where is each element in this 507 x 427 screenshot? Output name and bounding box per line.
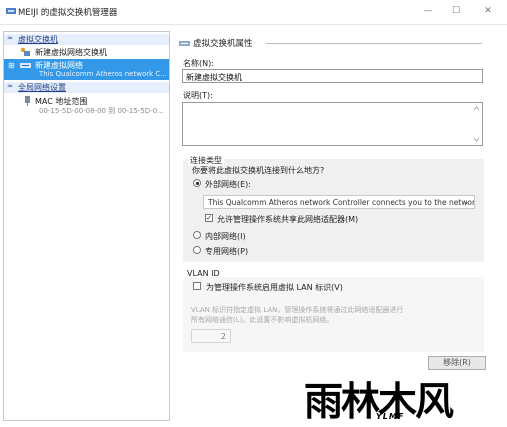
new-virtual-switch-label: 新建虚拟网络交换机 (35, 48, 107, 57)
window-title: MEIJI 的虚拟交换机管理器 (18, 8, 118, 18)
new-virtual-switch-item[interactable]: 新建虚拟网络交换机 (4, 46, 169, 58)
collapse-chevron-icon[interactable]: ≈ (7, 34, 13, 42)
selected-switch-item[interactable]: ⊞ 新建虚拟网络 This Qualcomm Atheros network C… (4, 59, 169, 80)
connection-question: 你要将此虚拟交换机连接到什么地方? (192, 166, 325, 175)
private-network-label: 专用网络(P) (205, 247, 249, 256)
name-label: 名称(N): (183, 59, 214, 68)
notes-textarea[interactable] (182, 102, 483, 146)
notes-scrollbar[interactable] (473, 105, 480, 143)
allow-management-os-label: 允许管理操作系统共享此网络适配器(M) (217, 215, 359, 224)
network-switch-icon (20, 63, 31, 68)
vlan-id-input[interactable]: 2 (191, 329, 231, 343)
collapse-chevron-icon[interactable]: ≈ (7, 82, 13, 90)
switch-navigation-pane: ≈ 虚拟交换机 新建虚拟网络交换机 ⊞ 新建虚拟网络 This Qualcomm… (3, 31, 170, 421)
vlan-group: 为管理操作系统启用虚拟 LAN 标识(V) VLAN 标识符指定虚拟 LAN，管… (183, 277, 484, 352)
header-divider (266, 43, 482, 44)
minimize-button[interactable]: — (418, 3, 438, 19)
watermark-subtext: YLMF (376, 412, 405, 421)
vlan-enable-label: 为管理操作系统启用虚拟 LAN 标识(V) (206, 283, 343, 292)
vlan-description-line2: 所有网络通信(L)。此设置不影响虚拟机网络。 (191, 316, 334, 324)
chevron-down-icon: ⌄ (463, 197, 470, 206)
internal-network-label: 内部网络(I) (205, 232, 246, 241)
network-adapter-value: This Qualcomm Atheros network Controller… (208, 198, 475, 207)
vlan-enable-checkbox[interactable] (193, 282, 201, 290)
vlan-id-value: 2 (220, 332, 226, 341)
network-adapter-select[interactable]: This Qualcomm Atheros network Controller… (203, 195, 475, 209)
connection-type-group: 连接类型 你要将此虚拟交换机连接到什么地方? 外部网络(E): This Qua… (183, 155, 484, 262)
private-network-radio[interactable] (193, 246, 201, 254)
switch-name-input[interactable]: 新建虚拟交换机 (182, 69, 483, 83)
notes-label: 说明(T): (183, 91, 213, 100)
switch-manager-icon (6, 8, 16, 14)
allow-management-os-checkbox[interactable]: ✓ (205, 214, 213, 222)
section-global-network-settings[interactable]: ≈ 全局网络设置 (4, 82, 169, 93)
network-switch-icon (179, 41, 190, 46)
internal-network-radio[interactable] (193, 231, 201, 239)
vlan-description-line1: VLAN 标识符指定虚拟 LAN，管理操作系统将通过此网络适配器进行 (191, 306, 404, 314)
watermark: 雨林木风 YLMF (298, 373, 504, 425)
properties-header: 虚拟交换机属性 (193, 39, 253, 49)
mac-address-icon (25, 96, 30, 106)
expand-icon[interactable]: ⊞ (8, 61, 15, 70)
window-titlebar: MEIJI 的虚拟交换机管理器 — ☐ ✕ (0, 0, 507, 25)
external-network-radio[interactable] (193, 179, 201, 187)
close-button[interactable]: ✕ (478, 3, 498, 19)
maximize-button[interactable]: ☐ (446, 3, 466, 19)
remove-button[interactable]: 移除(R) (428, 356, 486, 370)
section-virtual-switches[interactable]: ≈ 虚拟交换机 (4, 34, 169, 45)
section-global-network-settings-label: 全局网络设置 (18, 83, 66, 92)
new-switch-icon (20, 47, 30, 56)
section-virtual-switches-label: 虚拟交换机 (18, 35, 58, 44)
mac-range-value: 00-15-5D-00-08-00 到 00-15-5D-0... (39, 107, 164, 115)
mac-address-range-item[interactable]: MAC 地址范围 00-15-5D-00-08-00 到 00-15-5D-0.… (4, 95, 169, 117)
external-network-label: 外部网络(E): (205, 180, 251, 189)
selected-switch-adapter: This Qualcomm Atheros network C... (39, 70, 167, 78)
switch-properties-pane: 虚拟交换机属性 名称(N): 新建虚拟交换机 说明(T): 连接类型 你要将此虚… (173, 31, 504, 424)
